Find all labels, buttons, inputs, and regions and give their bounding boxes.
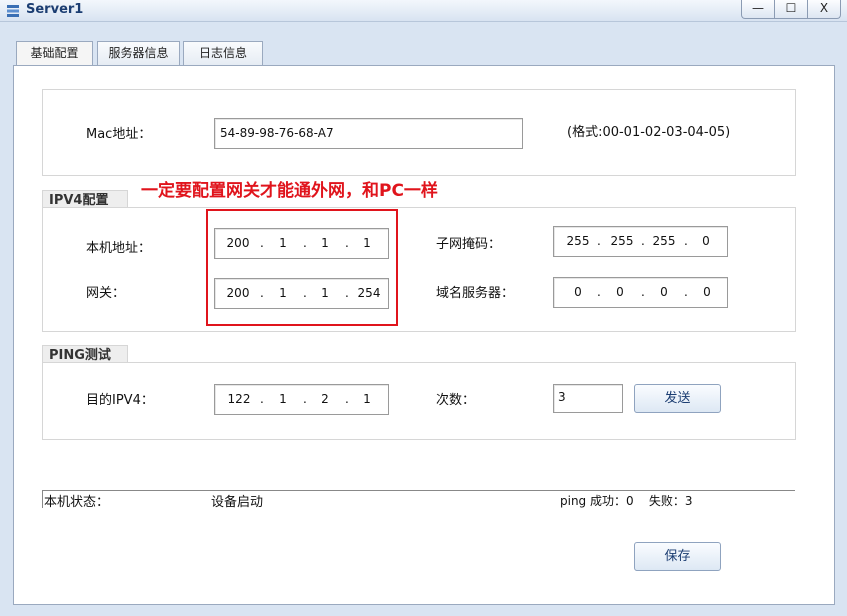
send-button[interactable]: 发送 — [634, 384, 721, 413]
subnet-input[interactable]: 255 . 255 . 255 . 0 — [553, 226, 728, 257]
status-divider-left — [42, 490, 43, 508]
ip-octet: 255 — [566, 234, 590, 248]
gateway-highlight-box — [206, 209, 398, 326]
local-ip-label: 本机地址： — [86, 241, 152, 256]
save-button[interactable]: 保存 — [634, 542, 721, 571]
subnet-label: 子网掩码： — [436, 237, 502, 252]
ping-target-input[interactable]: 122 . 1 . 2 . 1 — [214, 384, 389, 415]
ping-count-label: 次数： — [436, 393, 476, 408]
ip-dot: . — [641, 285, 645, 299]
ip-dot: . — [641, 234, 645, 248]
ping-count-value: 3 — [558, 390, 566, 404]
ping-result: ping 成功：0 失败：3 — [560, 494, 693, 508]
ip-octet: 0 — [660, 285, 668, 299]
gateway-annotation: 一定要配置网关才能通外网，和PC一样 — [141, 181, 438, 201]
window-title: Server1 — [26, 2, 84, 17]
tab-log-info[interactable]: 日志信息 — [183, 41, 263, 65]
ip-octet: 122 — [227, 392, 251, 406]
ip-octet: 255 — [652, 234, 676, 248]
status-value: 设备启动 — [211, 495, 264, 510]
ip-octet: 0 — [616, 285, 624, 299]
ip-dot: . — [260, 392, 264, 406]
ip-octet: 1 — [279, 392, 287, 406]
mac-format-hint: (格式:00-01-02-03-04-05) — [567, 125, 731, 140]
close-button[interactable]: X — [807, 0, 841, 19]
maximize-button[interactable]: ☐ — [774, 0, 808, 19]
tab-server-info[interactable]: 服务器信息 — [97, 41, 180, 65]
ip-octet: 0 — [574, 285, 582, 299]
ip-octet: 255 — [610, 234, 634, 248]
ip-octet: 2 — [321, 392, 329, 406]
mac-value: 54-89-98-76-68-A7 — [220, 126, 334, 140]
tab-basic-config[interactable]: 基础配置 — [16, 41, 93, 65]
ping-count-input[interactable]: 3 — [553, 384, 623, 413]
ip-octet: 0 — [703, 285, 711, 299]
ip-dot: . — [345, 392, 349, 406]
minimize-button[interactable]: — — [741, 0, 775, 19]
ip-dot: . — [684, 234, 688, 248]
dns-input[interactable]: 0 . 0 . 0 . 0 — [553, 277, 728, 308]
status-divider — [42, 490, 795, 491]
mac-label: Mac地址： — [86, 127, 152, 142]
ping-target-label: 目的IPV4： — [86, 393, 154, 408]
mac-input[interactable]: 54-89-98-76-68-A7 — [214, 118, 523, 149]
status-label: 本机状态： — [44, 495, 110, 510]
ip-dot: . — [597, 234, 601, 248]
ip-octet: 0 — [702, 234, 710, 248]
gateway-label: 网关： — [86, 286, 126, 301]
ip-dot: . — [303, 392, 307, 406]
dns-label: 域名服务器： — [436, 286, 515, 301]
ip-dot: . — [684, 285, 688, 299]
ip-dot: . — [597, 285, 601, 299]
ip-octet: 1 — [363, 392, 371, 406]
title-bar: Server1 — ☐ X — [0, 0, 847, 22]
server-app-icon — [7, 5, 19, 17]
